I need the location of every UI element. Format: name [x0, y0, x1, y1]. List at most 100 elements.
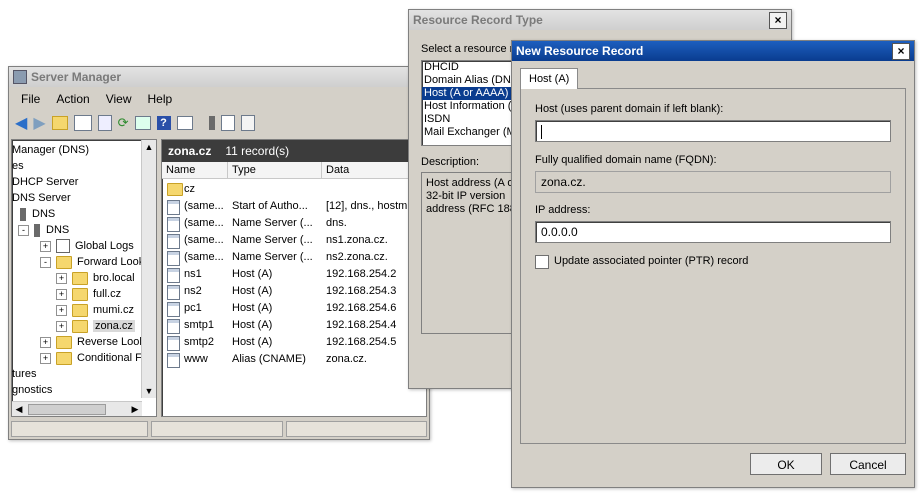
status-panel-1 [11, 421, 148, 437]
tree-item[interactable]: - Forward Looku [40, 254, 150, 270]
zone-name: zona.cz [168, 144, 212, 158]
expand-icon[interactable]: + [40, 352, 51, 364]
host-input[interactable] [535, 120, 891, 142]
scroll-up-icon[interactable]: ▲ [142, 140, 156, 154]
record-row[interactable]: (same... Start of Autho... [12], dns., hos… [162, 198, 426, 215]
rr-type-titlebar[interactable]: Resource Record Type × [409, 10, 791, 30]
scroll-down-icon[interactable]: ▼ [142, 384, 156, 398]
record-name: www [184, 353, 208, 365]
tree-item[interactable]: + Conditional Fo [40, 350, 148, 366]
expand-icon[interactable]: + [56, 288, 67, 300]
tab-host-a-label: Host (A) [529, 73, 570, 85]
column-type[interactable]: Type [228, 162, 322, 178]
collapse-icon[interactable]: - [18, 224, 29, 236]
tree-item[interactable]: Manager (DNS) [12, 142, 89, 158]
scroll-left-icon[interactable]: ◀ [12, 402, 26, 416]
tree-item-label: bro.local [93, 272, 135, 284]
record-icon [167, 336, 180, 351]
tree-item[interactable]: + bro.local [56, 270, 135, 286]
fqdn-field: zona.cz. [535, 171, 891, 193]
rr-type-close-button[interactable]: × [769, 12, 787, 29]
tree-item[interactable]: DNS [20, 206, 55, 222]
column-name[interactable]: Name [162, 162, 228, 178]
tree-item[interactable]: gnostics [12, 382, 52, 398]
tree-item-label: Global Logs [75, 240, 134, 252]
tree-horizontal-scrollbar[interactable]: ◀ ▶ [12, 401, 142, 416]
back-arrow-icon[interactable]: ◀ [15, 113, 27, 133]
ip-label: IP address: [535, 204, 591, 216]
record-row[interactable]: smtp2 Host (A) 192.168.254.5 [162, 334, 426, 351]
tree-pane[interactable]: Manager (DNS) es DHCP Server DNS Server DNS -… [11, 139, 157, 417]
console-icon[interactable] [176, 116, 193, 130]
show-tree-icon[interactable] [73, 115, 92, 131]
ip-address-input[interactable]: 0.0.0.0 [535, 221, 891, 243]
tree-item[interactable]: + Global Logs [40, 238, 134, 254]
record-row[interactable]: (same... Name Server (... ns2.zona.cz. [162, 249, 426, 266]
help-icon[interactable]: ? [156, 116, 171, 130]
record-row[interactable]: pc1 Host (A) 192.168.254.6 [162, 300, 426, 317]
tree-item[interactable]: es [12, 158, 24, 174]
record-row[interactable]: (same... Name Server (... dns. [162, 215, 426, 232]
record-row[interactable]: ns2 Host (A) 192.168.254.3 [162, 283, 426, 300]
expand-icon[interactable]: + [56, 272, 67, 284]
list-icon[interactable] [220, 115, 235, 131]
collapse-icon[interactable]: - [40, 256, 51, 268]
record-type: Host (A) [232, 336, 273, 348]
tree-item[interactable]: DHCP Server [12, 174, 78, 190]
record-name: (same... [184, 200, 224, 212]
tree-item[interactable]: + Reverse Looku [40, 334, 151, 350]
tree-item[interactable]: - DNS [18, 222, 69, 238]
expand-icon[interactable]: + [40, 336, 51, 348]
menu-action[interactable]: Action [56, 92, 89, 106]
tree-item[interactable]: + full.cz [56, 286, 121, 302]
forward-arrow-icon[interactable]: ▶ [33, 113, 45, 133]
tree-item-label: zona.cz [93, 320, 135, 332]
copy-icon[interactable] [240, 115, 255, 131]
new-resource-record-dialog: New Resource Record × Host (A) Host (use… [511, 40, 915, 488]
record-row[interactable]: smtp1 Host (A) 192.168.254.4 [162, 317, 426, 334]
tree-item-label: DNS Server [12, 192, 71, 204]
tab-host-a[interactable]: Host (A) [520, 68, 579, 89]
record-row[interactable]: www Alias (CNAME) zona.cz. [162, 351, 426, 368]
ptr-label[interactable]: Update associated pointer (PTR) record [554, 255, 748, 267]
scroll-right-icon[interactable]: ▶ [128, 402, 142, 416]
expand-icon[interactable]: + [56, 304, 67, 316]
server-icon [34, 223, 40, 237]
record-icon [167, 251, 180, 266]
record-type: Name Server (... [232, 234, 313, 246]
folder-icon [72, 319, 88, 333]
record-row[interactable]: ns1 Host (A) 192.168.254.2 [162, 266, 426, 283]
export-icon[interactable] [134, 116, 151, 130]
cancel-button[interactable]: Cancel [830, 453, 906, 475]
up-folder-icon[interactable] [51, 116, 68, 130]
tree-item[interactable]: + zona.cz [56, 318, 135, 334]
tree-item[interactable]: DNS Server [12, 190, 71, 206]
scroll-thumb[interactable] [28, 404, 106, 415]
tree-vertical-scrollbar[interactable]: ▲ ▼ [141, 140, 156, 398]
record-name: (same... [184, 234, 224, 246]
record-type: Host (A) [232, 319, 273, 331]
new-rr-titlebar[interactable]: New Resource Record × [512, 41, 914, 61]
refresh-icon[interactable]: ⟳ [118, 115, 129, 131]
menu-help[interactable]: Help [148, 92, 173, 106]
menu-view[interactable]: View [106, 92, 132, 106]
record-name: cz [184, 183, 195, 195]
tree-item-label: tures [12, 368, 37, 380]
expand-icon[interactable]: + [56, 320, 67, 332]
record-row[interactable]: (same... Name Server (... ns1.zona.cz. [162, 232, 426, 249]
ptr-checkbox[interactable] [535, 255, 549, 269]
server-icon[interactable] [208, 116, 215, 130]
tree-item-label: Conditional Fo [77, 352, 148, 364]
server-manager-titlebar[interactable]: Server Manager [9, 67, 429, 87]
expand-icon[interactable]: + [40, 240, 51, 252]
ok-button[interactable]: OK [750, 453, 822, 475]
properties-icon[interactable] [97, 115, 112, 131]
menu-file[interactable]: File [21, 92, 40, 106]
record-icon [167, 200, 180, 215]
folder-icon [72, 271, 88, 285]
tree-item[interactable]: tures [12, 366, 36, 382]
new-rr-close-button[interactable]: × [892, 43, 910, 60]
tree-item[interactable]: + mumi.cz [56, 302, 134, 318]
record-row[interactable]: cz [162, 181, 426, 198]
tab-panel: Host (uses parent domain if left blank):… [520, 88, 906, 444]
